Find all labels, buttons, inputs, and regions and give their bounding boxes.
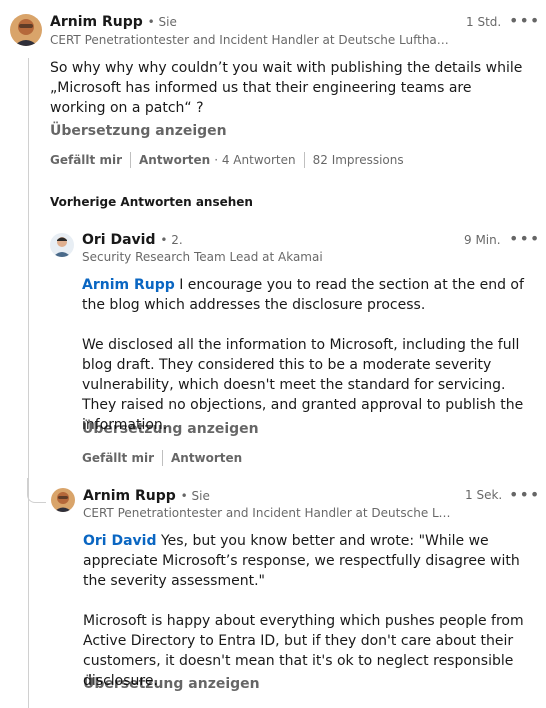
translate-button[interactable]: Übersetzung anzeigen <box>83 676 260 692</box>
more-options-icon[interactable]: ••• <box>509 231 540 247</box>
reply-button[interactable]: Antworten <box>139 153 210 167</box>
like-button[interactable]: Gefällt mir <box>50 153 122 167</box>
comment-author[interactable]: Arnim Rupp • Sie <box>50 14 177 30</box>
translate-button[interactable]: Übersetzung anzeigen <box>82 421 259 437</box>
author-name[interactable]: Ori David <box>82 232 156 248</box>
divider <box>161 450 163 466</box>
impressions-count[interactable]: 82 Impressions <box>313 153 404 167</box>
avatar[interactable] <box>10 14 42 46</box>
reply-count[interactable]: · 4 Antworten <box>214 153 295 167</box>
avatar[interactable] <box>51 488 75 512</box>
translate-button[interactable]: Übersetzung anzeigen <box>50 123 227 139</box>
previous-replies-link[interactable]: Vorherige Antworten ansehen <box>50 195 253 209</box>
mention-link[interactable]: Arnim Rupp <box>82 277 175 293</box>
author-name[interactable]: Arnim Rupp <box>83 488 176 504</box>
reply-button[interactable]: Antworten <box>171 451 242 465</box>
avatar[interactable] <box>50 233 74 257</box>
like-button[interactable]: Gefällt mir <box>82 451 154 465</box>
comment-text: So why why why couldn’t you wait with pu… <box>50 60 523 116</box>
author-name[interactable]: Arnim Rupp <box>50 14 143 30</box>
more-options-icon[interactable]: ••• <box>509 487 540 503</box>
more-options-icon[interactable]: ••• <box>509 13 540 29</box>
divider <box>129 152 131 168</box>
reply-author[interactable]: Arnim Rupp • Sie <box>83 488 210 504</box>
connection-degree: • 2. <box>160 233 183 247</box>
author-headline: Security Research Team Lead at Akamai <box>82 250 323 264</box>
thread-line-main <box>28 58 29 708</box>
mention-link[interactable]: Ori David <box>83 533 157 549</box>
thread-line-reply <box>27 478 46 503</box>
author-headline: CERT Penetrationtester and Incident Hand… <box>83 506 453 520</box>
reply-author[interactable]: Ori David • 2. <box>82 232 183 248</box>
reply-actions: Gefällt mir Antworten <box>82 450 242 466</box>
reply-time: 9 Min. <box>464 233 501 247</box>
connection-degree: • Sie <box>147 15 177 29</box>
comment-actions: Gefällt mir Antworten · 4 Antworten 82 I… <box>50 152 404 168</box>
reply-text: Ori David Yes, but you know better and w… <box>83 531 533 591</box>
author-headline: CERT Penetrationtester and Incident Hand… <box>50 33 450 47</box>
reply-text: Arnim Rupp I encourage you to read the s… <box>82 275 532 315</box>
divider <box>303 152 305 168</box>
reply-time: 1 Sek. <box>465 488 503 502</box>
comment-time: 1 Std. <box>466 15 502 29</box>
reply-text: We disclosed all the information to Micr… <box>82 337 524 433</box>
connection-degree: • Sie <box>180 489 210 503</box>
